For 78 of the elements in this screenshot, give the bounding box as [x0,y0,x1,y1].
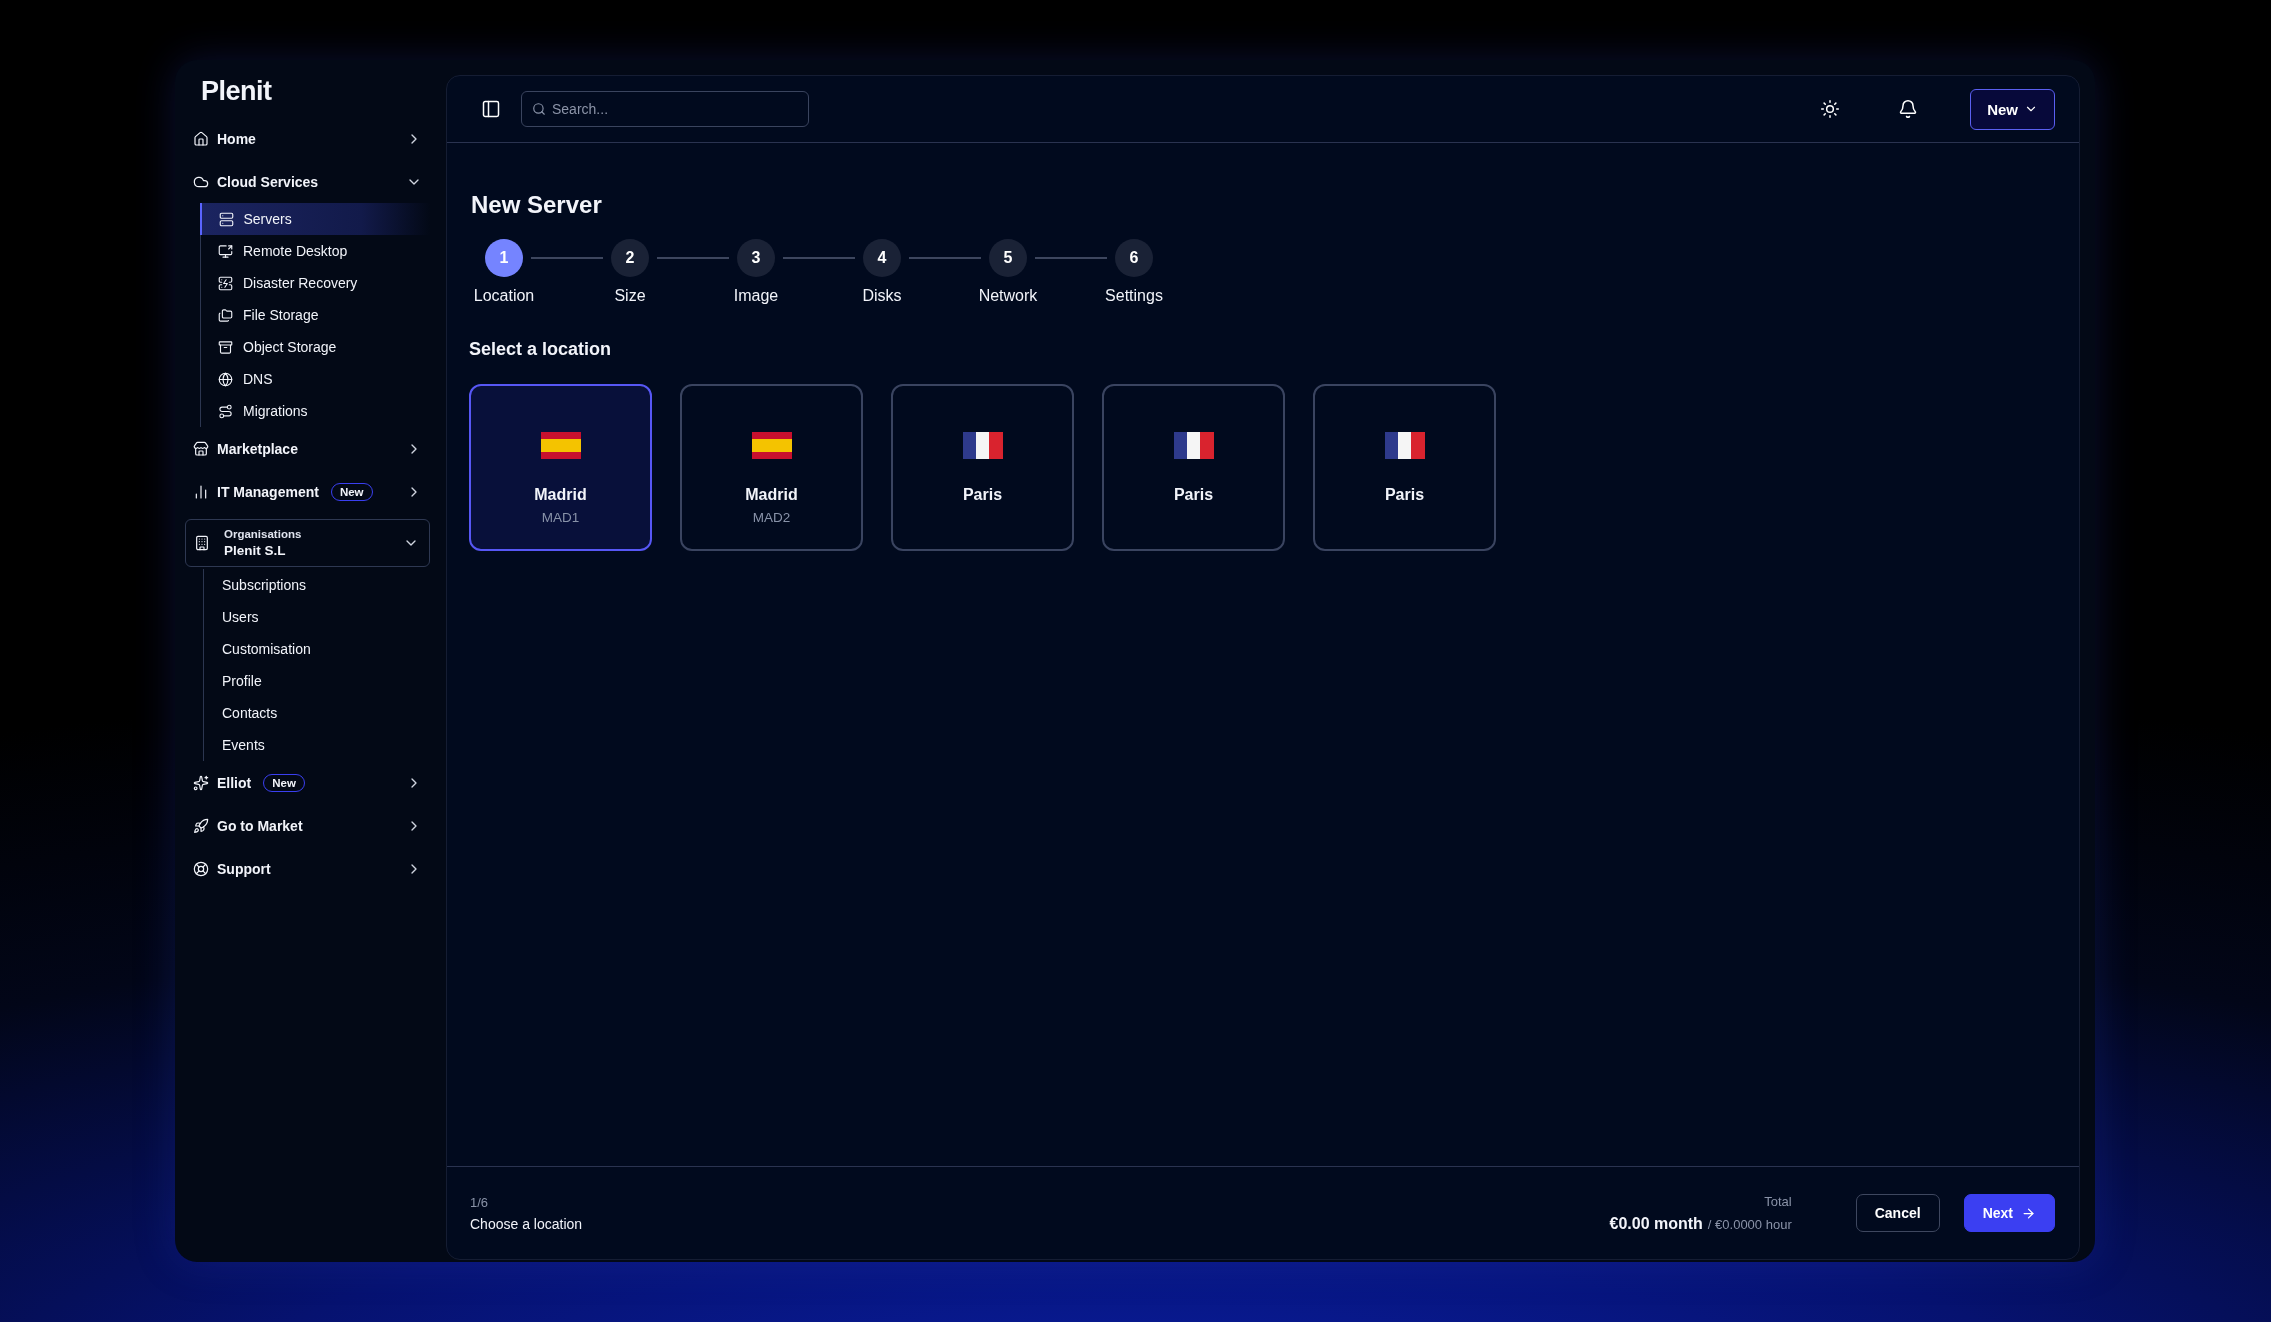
step-label: Settings [1105,287,1163,305]
step-label: Size [614,287,646,305]
search-icon [532,102,546,116]
next-button[interactable]: Next [1963,1194,2055,1232]
step-number[interactable]: 4 [863,239,901,277]
city-name: Madrid [534,486,587,504]
sidebar-item[interactable]: Elliot New [185,761,430,804]
bar-chart-icon [193,483,209,500]
step-number[interactable]: 5 [989,239,1027,277]
home-icon [193,130,209,147]
sidebar-item[interactable]: Support [185,847,430,890]
sidebar-item[interactable]: Home [185,117,430,160]
city-name: Paris [1173,486,1214,504]
logo: Plenit [200,75,273,108]
city-name: Paris [1384,486,1425,504]
step-label: Network [978,287,1038,305]
lifebuoy-icon [193,860,209,877]
archive-icon [218,339,233,355]
monthly-price: €0.00 month [1609,1214,1703,1233]
folders-icon [218,307,233,323]
sidebar-subitem[interactable]: Contacts [204,697,430,729]
page-title: New Server [471,191,603,219]
location-card[interactable]: Paris [1313,384,1496,551]
sidebar-subitem[interactable]: Migrations [201,395,430,427]
total-label: Total [1764,1193,1792,1209]
location-code: MAD1 [541,510,580,525]
sidebar-subitem[interactable]: Subscriptions [204,569,430,601]
sidebar-subitem[interactable]: Remote Desktop [201,235,430,267]
step-label: Image [733,287,779,305]
city-name: Paris [962,486,1003,504]
step-label: Disks [862,287,902,305]
sidebar-subitem[interactable]: Object Storage [201,331,430,363]
step-label: Location [473,287,535,305]
sidebar-item[interactable]: Cloud Services [185,160,430,203]
sidebar-subitem[interactable]: DNS [201,363,430,395]
step-number[interactable]: 3 [737,239,775,277]
monitor-icon [218,243,233,259]
sidebar-item[interactable]: Go to Market [185,804,430,847]
sidebar-subitem[interactable]: Disaster Recovery [201,267,430,299]
city-name: Madrid [745,486,798,504]
arrow-right-icon [2021,1205,2036,1221]
section-label: Select a location [469,339,613,360]
sidebar-subitem[interactable]: Events [204,729,430,761]
globe-icon [218,371,233,387]
store-icon [193,440,209,457]
rocket-icon [193,817,209,834]
spain-flag-icon [751,432,792,459]
organisation-selector[interactable]: Organisations Plenit S.L [185,519,430,567]
building-icon [194,535,210,551]
france-flag-icon [962,432,1003,459]
location-card[interactable]: Madrid MAD1 [469,384,652,551]
france-flag-icon [1384,432,1425,459]
step-counter: 1/6 [470,1194,490,1210]
sparkles-icon [193,774,209,791]
spain-flag-icon [540,432,581,459]
france-flag-icon [1173,432,1214,459]
step-number[interactable]: 2 [611,239,649,277]
hourly-price: / €0.0000 hour [1707,1216,1792,1232]
sidebar-item[interactable]: Marketplace [185,427,430,470]
sidebar-subitem[interactable]: Profile [204,665,430,697]
cancel-button[interactable]: Cancel [1855,1194,1940,1232]
location-card[interactable]: Paris [891,384,1074,551]
server-bolt-icon [218,275,233,291]
sidebar-subitem[interactable]: File Storage [201,299,430,331]
new-button[interactable]: New [1970,88,2055,130]
step-hint: Choose a location [470,1215,584,1232]
sidebar-item[interactable]: IT Management New [185,470,430,513]
location-code: MAD2 [752,510,791,525]
route-icon [218,403,233,419]
server-icon [218,211,234,227]
search-field[interactable]: Search... [521,91,809,127]
sidebar-subitem[interactable]: Users [204,601,430,633]
organisation-label: Organisations [224,528,303,540]
step-number[interactable]: 6 [1115,239,1153,277]
sidebar-subitem[interactable]: Customisation [204,633,430,665]
location-card[interactable]: Madrid MAD2 [680,384,863,551]
location-card[interactable]: Paris [1102,384,1285,551]
organisation-name: Plenit S.L [224,543,287,558]
